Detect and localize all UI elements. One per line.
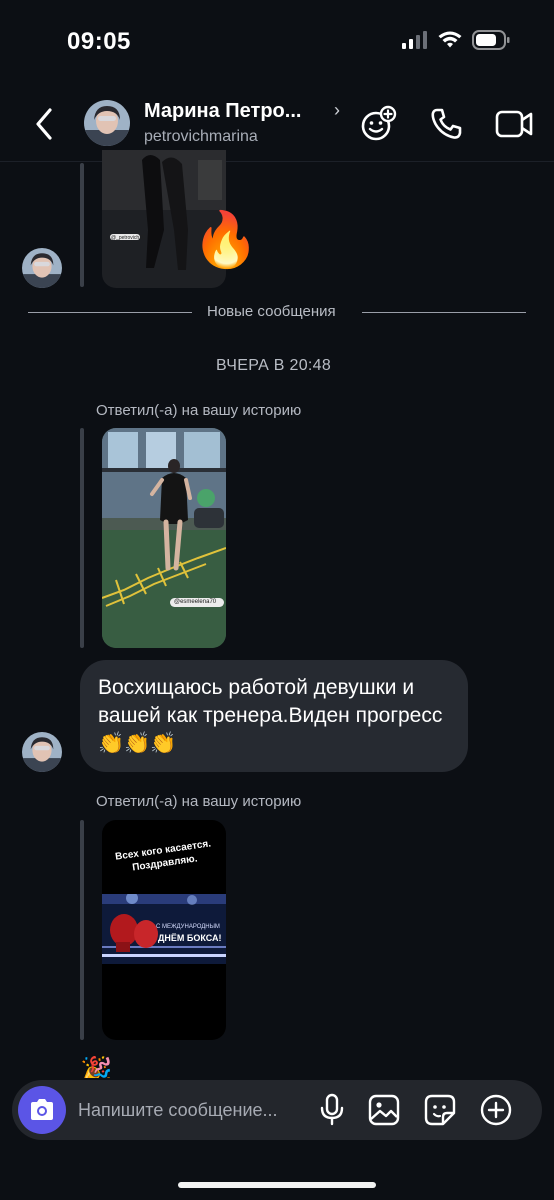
contact-username[interactable]: petrovichmarina — [144, 128, 258, 146]
story-text: Всех кого касается. Поздравляю. — [114, 838, 212, 874]
chat-header: Марина Петро... › petrovichmarina — [0, 88, 554, 162]
story-thumbnail-gym[interactable]: @esmeelena70 — [102, 428, 226, 648]
contact-chevron-icon[interactable]: › — [334, 100, 340, 121]
plus-circle-icon — [480, 1094, 512, 1126]
banner-big-text: ДНЁМ БОКСА! — [158, 933, 222, 943]
sender-avatar[interactable] — [22, 732, 62, 772]
date-label: ВЧЕРА В 20:48 — [216, 357, 332, 374]
status-time: 09:05 — [67, 28, 131, 55]
separator-line-left — [28, 312, 192, 313]
home-indicator[interactable] — [178, 1182, 376, 1188]
status-icons — [402, 30, 510, 50]
back-button[interactable] — [30, 104, 60, 144]
camera-button[interactable] — [18, 1086, 66, 1134]
story-thumbnail-boxing[interactable]: Всех кого касается. Поздравляю. С МЕЖДУН… — [102, 820, 226, 1040]
video-icon — [495, 110, 533, 138]
new-messages-separator: Новые сообщения — [207, 303, 336, 320]
reply-indicator-line — [80, 163, 84, 287]
partial-sticker: 🎉 — [80, 1056, 113, 1078]
call-button[interactable] — [426, 104, 466, 144]
contact-avatar[interactable] — [84, 100, 130, 146]
banner-small-text: С МЕЖДУНАРОДНЫМ — [156, 924, 220, 930]
camera-icon — [31, 1099, 53, 1120]
contact-name[interactable]: Марина Петро... — [144, 100, 301, 123]
battery-icon — [472, 30, 510, 50]
reply-indicator-line — [80, 820, 84, 1040]
microphone-icon — [320, 1093, 344, 1126]
reply-indicator-line — [80, 428, 84, 648]
more-options-button[interactable] — [478, 1092, 514, 1128]
add-effect-button[interactable] — [358, 104, 398, 144]
phone-icon — [431, 108, 462, 139]
gallery-button[interactable] — [366, 1092, 402, 1128]
story-tag: @_petrovich70 — [111, 235, 145, 241]
story-tag: @esmeelena70 — [174, 599, 217, 605]
add-effect-icon — [361, 105, 397, 141]
message-input[interactable] — [78, 1092, 314, 1128]
fire-reaction: 🔥 — [192, 210, 260, 270]
message-bubble[interactable]: Восхищаюсь работой девушки и вашей как т… — [80, 660, 468, 772]
story-reply-label: Ответил(-а) на вашу историю — [96, 793, 302, 810]
story-reply-label: Ответил(-а) на вашу историю — [96, 402, 302, 419]
message-composer — [12, 1080, 542, 1140]
sticker-button[interactable] — [422, 1092, 458, 1128]
image-icon — [368, 1094, 400, 1126]
cellular-signal-icon — [402, 31, 427, 49]
wifi-icon — [438, 31, 462, 48]
chevron-left-icon — [36, 108, 52, 140]
voice-message-button[interactable] — [314, 1092, 350, 1128]
video-call-button[interactable] — [494, 104, 534, 144]
sender-avatar[interactable] — [22, 248, 62, 288]
separator-line-right — [362, 312, 526, 313]
sticker-icon — [424, 1094, 456, 1126]
